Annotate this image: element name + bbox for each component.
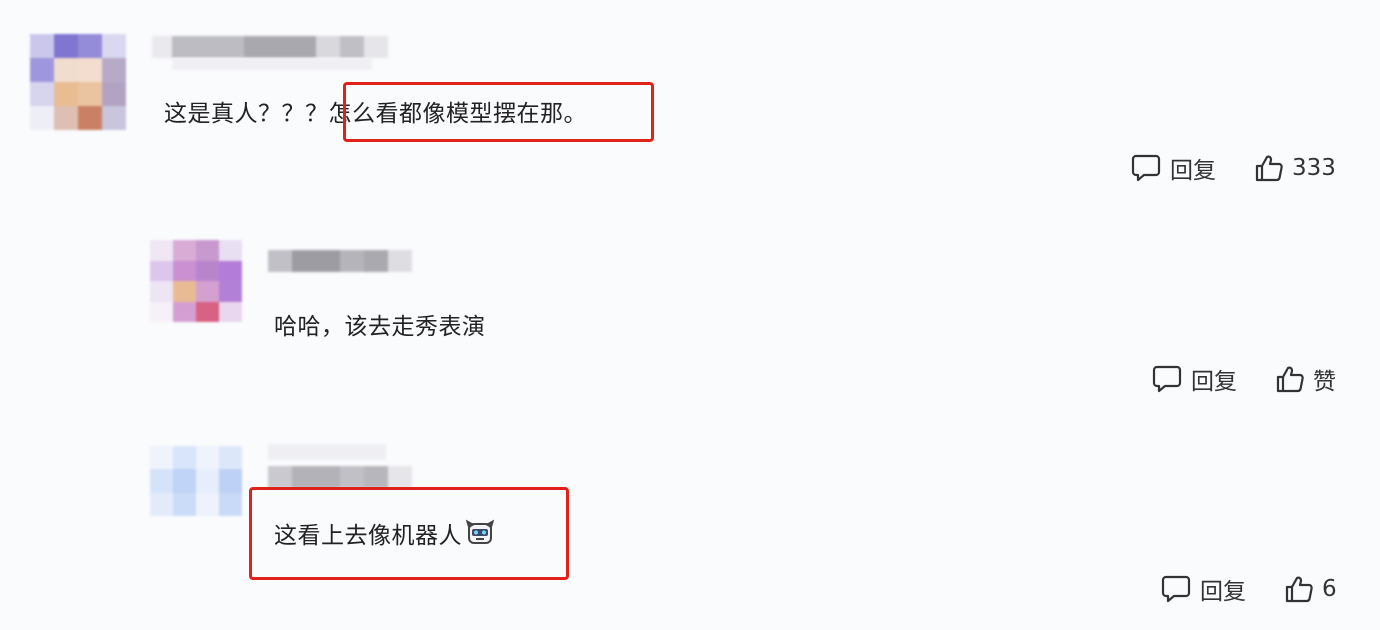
comment-actions: 回复 赞 — [1151, 362, 1336, 396]
reply-button[interactable]: 回复 — [1151, 362, 1237, 396]
comment-actions: 回复 333 — [1130, 151, 1336, 185]
like-button[interactable]: 赞 — [1275, 362, 1336, 396]
username[interactable] — [268, 250, 412, 272]
avatar[interactable] — [30, 34, 126, 130]
reply-label: 回复 — [1191, 369, 1237, 395]
avatar[interactable] — [150, 446, 242, 516]
thumbs-up-icon — [1275, 364, 1305, 394]
highlight-box — [343, 82, 654, 142]
like-button[interactable]: 333 — [1254, 153, 1336, 183]
thumbs-up-icon — [1284, 574, 1314, 604]
comment-text: 哈哈，该去走秀表演 — [274, 314, 486, 340]
reply-button[interactable]: 回复 — [1160, 572, 1246, 606]
like-button[interactable]: 6 — [1284, 574, 1337, 604]
username-shadow — [172, 58, 372, 70]
username-shadow — [268, 444, 386, 460]
like-count: 6 — [1322, 576, 1337, 602]
avatar[interactable] — [150, 240, 242, 322]
comment-icon — [1151, 364, 1183, 394]
reply-label: 回复 — [1170, 158, 1216, 184]
username[interactable] — [268, 466, 412, 488]
username[interactable] — [152, 36, 388, 58]
comment-icon — [1160, 574, 1192, 604]
comment-actions: 回复 6 — [1160, 572, 1337, 606]
like-count: 333 — [1292, 155, 1336, 181]
highlight-box — [249, 487, 569, 580]
like-label: 赞 — [1313, 369, 1336, 395]
reply-button[interactable]: 回复 — [1130, 151, 1216, 185]
comment-icon — [1130, 153, 1162, 183]
reply-label: 回复 — [1200, 579, 1246, 605]
thumbs-up-icon — [1254, 153, 1284, 183]
comment-thread: 这是真人？？？怎么看都像模型摆在那。 回复 333 哈哈，该去走秀表演 回复 赞… — [0, 0, 1380, 630]
comment-text-part1: 这是真人？？？ — [164, 101, 329, 127]
